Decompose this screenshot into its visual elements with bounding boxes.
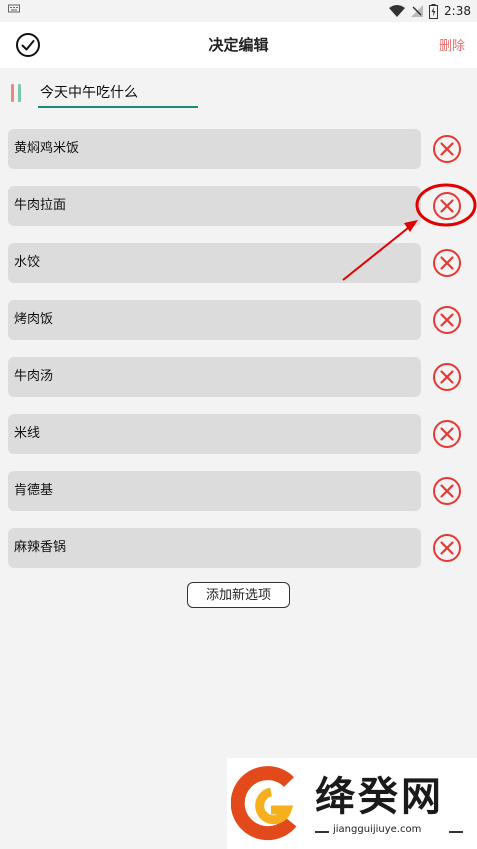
remove-option-icon[interactable] bbox=[431, 190, 463, 222]
option-input[interactable]: 牛肉拉面 bbox=[8, 186, 421, 226]
status-time: 2:38 bbox=[444, 4, 471, 18]
option-input[interactable]: 烤肉饭 bbox=[8, 300, 421, 340]
remove-option-icon[interactable] bbox=[431, 361, 463, 393]
add-option-button[interactable]: 添加新选项 bbox=[187, 582, 290, 608]
remove-option-icon[interactable] bbox=[431, 133, 463, 165]
delete-button[interactable]: 删除 bbox=[439, 35, 465, 54]
watermark-url: jiangguijiuye.com bbox=[333, 824, 422, 835]
watermark-brand: 绛癸网 bbox=[315, 774, 444, 820]
option-row: 水饺 bbox=[0, 243, 477, 300]
option-input[interactable]: 麻辣香锅 bbox=[8, 528, 421, 568]
keyboard-icon bbox=[8, 4, 20, 13]
decision-title-input[interactable] bbox=[38, 80, 198, 108]
remove-option-icon[interactable] bbox=[431, 475, 463, 507]
page-title: 决定编辑 bbox=[208, 36, 269, 54]
title-marker-icon bbox=[11, 84, 23, 102]
decision-title-row bbox=[0, 68, 477, 112]
watermark-url-row: jiangguijiuye.com bbox=[315, 824, 465, 838]
wifi-icon bbox=[389, 5, 406, 17]
option-input[interactable]: 水饺 bbox=[8, 243, 421, 283]
remove-option-icon[interactable] bbox=[431, 304, 463, 336]
option-row: 牛肉汤 bbox=[0, 357, 477, 414]
brand-logo bbox=[231, 766, 297, 841]
options-list: 黄焖鸡米饭牛肉拉面水饺烤肉饭牛肉汤米线肯德基麻辣香锅 bbox=[0, 129, 477, 585]
option-row: 麻辣香锅 bbox=[0, 528, 477, 585]
remove-option-icon[interactable] bbox=[431, 532, 463, 564]
option-input[interactable]: 黄焖鸡米饭 bbox=[8, 129, 421, 169]
battery-icon bbox=[429, 3, 439, 19]
option-input[interactable]: 肯德基 bbox=[8, 471, 421, 511]
signal-icon bbox=[411, 5, 424, 17]
option-input[interactable]: 米线 bbox=[8, 414, 421, 454]
option-row: 黄焖鸡米饭 bbox=[0, 129, 477, 186]
option-row: 牛肉拉面 bbox=[0, 186, 477, 243]
option-row: 米线 bbox=[0, 414, 477, 471]
status-bar: 2:38 bbox=[0, 0, 477, 22]
option-row: 肯德基 bbox=[0, 471, 477, 528]
option-input[interactable]: 牛肉汤 bbox=[8, 357, 421, 397]
remove-option-icon[interactable] bbox=[431, 247, 463, 279]
watermark: 绛癸网 jiangguijiuye.com bbox=[227, 758, 477, 849]
option-row: 烤肉饭 bbox=[0, 300, 477, 357]
app-header: 决定编辑 删除 bbox=[0, 22, 477, 68]
remove-option-icon[interactable] bbox=[431, 418, 463, 450]
